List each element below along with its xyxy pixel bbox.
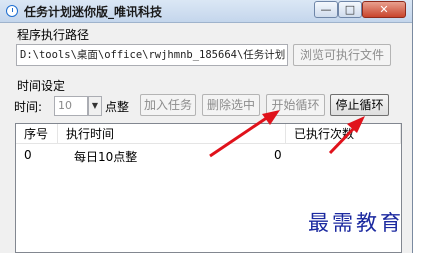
start-loop-button[interactable]: 开始循环	[266, 94, 325, 116]
column-header-exec-count[interactable]: 已执行次数	[286, 124, 401, 144]
delete-selected-button[interactable]: 删除选中	[202, 94, 260, 116]
chevron-down-icon[interactable]: ▼	[88, 96, 102, 116]
column-header-number[interactable]: 序号	[16, 124, 58, 144]
minimize-button[interactable]: —	[314, 1, 338, 18]
title-bar[interactable]: 任务计划迷你版_唯讯科技 — □ ✕	[0, 0, 412, 23]
table-cell-exec-count[interactable]: 0	[274, 148, 282, 162]
clock-icon	[6, 5, 18, 17]
column-header-exec-time[interactable]: 执行时间	[58, 124, 286, 144]
browse-executable-button[interactable]: 浏览可执行文件	[293, 44, 391, 66]
stop-loop-button[interactable]: 停止循环	[330, 94, 389, 116]
program-path-field[interactable]: D:\tools\桌面\office\rwjhmnb_185664\任务计划	[16, 44, 288, 66]
close-button[interactable]: ✕	[362, 1, 406, 18]
time-label: 时间:	[14, 100, 43, 114]
hour-select[interactable]: 10	[54, 96, 88, 116]
table-cell-exec-time[interactable]: 每日10点整	[74, 148, 137, 165]
time-section-label: 时间设定	[17, 79, 66, 93]
add-task-button[interactable]: 加入任务	[140, 94, 196, 116]
maximize-button[interactable]: □	[338, 1, 362, 18]
window-title: 任务计划迷你版_唯讯科技	[24, 5, 163, 19]
hour-unit-label: 点整	[105, 100, 130, 114]
watermark-text: 最需教育	[308, 211, 404, 235]
table-cell-number[interactable]: 0	[24, 148, 32, 162]
path-section-label: 程序执行路径	[17, 28, 90, 42]
